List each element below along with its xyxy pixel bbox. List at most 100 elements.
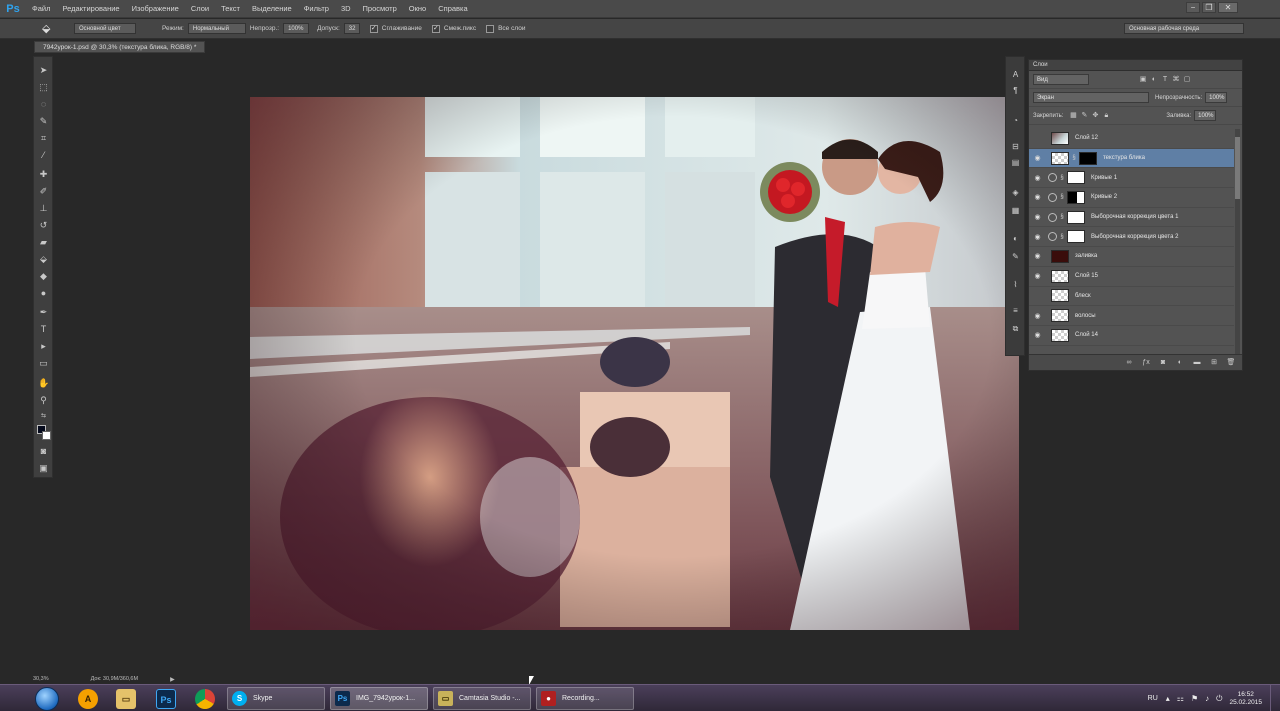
filter-adjustment-icon[interactable]: ◐: [1150, 76, 1158, 84]
background-color-swatch[interactable]: [42, 431, 51, 440]
visibility-eye-icon[interactable]: ●: [1032, 292, 1043, 299]
mask-link-icon[interactable]: §: [1059, 194, 1065, 200]
history-brush-icon[interactable]: ↺: [38, 220, 49, 231]
document-tab[interactable]: 7942урок-1.psd @ 30,3% (текстура блика, …: [34, 41, 206, 53]
tolerance-field[interactable]: 32: [343, 23, 360, 34]
taskbar-skype[interactable]: S Skype: [227, 687, 325, 710]
photoshop-taskbar-icon[interactable]: Ps: [156, 689, 176, 709]
healing-brush-icon[interactable]: ✚: [38, 169, 49, 180]
chrome-icon[interactable]: [195, 689, 215, 709]
menu-view[interactable]: Просмотр: [357, 4, 403, 13]
screen-mode-icon[interactable]: ▣: [38, 463, 49, 474]
visibility-eye-icon[interactable]: ◉: [1032, 154, 1043, 162]
character-panel-icon[interactable]: A: [1010, 69, 1021, 80]
layer-fill-field[interactable]: 100%: [1194, 110, 1217, 121]
scrollbar-thumb[interactable]: [1235, 137, 1240, 199]
layer-name[interactable]: Выборочная коррекция цвета 1: [1091, 214, 1178, 220]
visibility-eye-icon[interactable]: ◉: [1032, 252, 1043, 260]
navigator-panel-icon[interactable]: ◐: [1010, 233, 1021, 244]
minimize-button[interactable]: −: [1186, 2, 1200, 13]
lock-transparent-icon[interactable]: ▦: [1069, 112, 1077, 120]
opacity-field[interactable]: 100%: [283, 23, 310, 34]
all-layers-checkbox[interactable]: [486, 24, 495, 33]
visibility-eye-icon[interactable]: ◉: [1032, 193, 1043, 201]
eyedropper-tool-icon[interactable]: ⁄: [38, 150, 49, 161]
visibility-eye-icon[interactable]: ●: [1032, 135, 1043, 142]
swap-colors-icon[interactable]: ⇆: [38, 411, 49, 422]
zoom-tool-icon[interactable]: ⚲: [38, 395, 49, 406]
workspace-dropdown[interactable]: Основная рабочая среда: [1124, 23, 1244, 34]
status-arrow-icon[interactable]: ▶: [170, 676, 175, 683]
brush-panel-icon[interactable]: ✎: [1010, 251, 1021, 262]
blend-mode-dropdown[interactable]: Экран: [1033, 92, 1149, 103]
layer-name[interactable]: Слой 15: [1075, 273, 1098, 279]
mode-dropdown[interactable]: Нормальный: [187, 23, 246, 34]
link-layers-icon[interactable]: ∞: [1124, 358, 1134, 368]
layer-row[interactable]: ◉ § Выборочная коррекция цвета 1: [1029, 208, 1234, 228]
marquee-tool-icon[interactable]: ⬚: [38, 82, 49, 93]
delete-layer-icon[interactable]: 🗑︎: [1226, 358, 1236, 368]
taskbar-photoshop-doc[interactable]: Ps IMG_7942урок-1...: [330, 687, 428, 710]
visibility-eye-icon[interactable]: ◉: [1032, 174, 1043, 182]
layer-row[interactable]: ◉ волосы: [1029, 306, 1234, 326]
menu-3d[interactable]: 3D: [335, 4, 357, 13]
menu-image[interactable]: Изображение: [126, 4, 185, 13]
layer-row[interactable]: ◉ § Выборочная коррекция цвета 2: [1029, 227, 1234, 248]
dodge-tool-icon[interactable]: ●: [38, 288, 49, 299]
antialias-checkbox[interactable]: ✓: [369, 24, 378, 33]
mask-link-icon[interactable]: §: [1071, 155, 1077, 161]
network-icon[interactable]: ⚏: [1177, 694, 1184, 703]
layer-name[interactable]: волосы: [1075, 313, 1096, 319]
pen-tool-icon[interactable]: ✒: [38, 307, 49, 318]
layer-row[interactable]: ● блеск: [1029, 287, 1234, 307]
paint-bucket-tool-icon[interactable]: ⬙: [38, 254, 49, 265]
layer-row[interactable]: ◉ Слой 15: [1029, 267, 1234, 287]
history-panel-icon[interactable]: ◔: [1010, 115, 1021, 126]
action-center-icon[interactable]: ⚑: [1191, 694, 1198, 703]
mask-link-icon[interactable]: §: [1059, 234, 1065, 240]
swatches-panel-icon[interactable]: ▦: [1010, 205, 1021, 216]
layer-row[interactable]: ● Слой 12: [1029, 129, 1234, 149]
tray-expand-icon[interactable]: ▴: [1166, 694, 1170, 703]
menu-filter[interactable]: Фильтр: [298, 4, 335, 13]
layer-name[interactable]: Слой 12: [1075, 135, 1098, 141]
quick-mask-icon[interactable]: ◙: [38, 446, 49, 457]
visibility-eye-icon[interactable]: ◉: [1032, 233, 1043, 241]
show-desktop-button[interactable]: [1270, 685, 1280, 711]
lock-pixels-icon[interactable]: ✎: [1080, 112, 1088, 120]
menu-window[interactable]: Окно: [403, 4, 432, 13]
visibility-eye-icon[interactable]: ◉: [1032, 331, 1043, 339]
shape-tool-icon[interactable]: ▭: [38, 358, 49, 369]
properties-panel-icon[interactable]: ▤: [1010, 157, 1021, 168]
close-button[interactable]: ✕: [1218, 2, 1238, 13]
layer-row[interactable]: ◉ § Кривые 1: [1029, 168, 1234, 189]
lock-all-icon[interactable]: 🔒︎: [1102, 112, 1110, 120]
zoom-level[interactable]: 30,3%: [33, 676, 49, 682]
quick-select-tool-icon[interactable]: ✎: [38, 116, 49, 127]
menu-edit[interactable]: Редактирование: [56, 4, 125, 13]
layer-name[interactable]: заливка: [1075, 253, 1097, 259]
clone-stamp-icon[interactable]: ⊥: [38, 203, 49, 214]
language-indicator[interactable]: RU: [1148, 695, 1158, 702]
channels-panel-icon[interactable]: ≡: [1010, 305, 1021, 316]
layer-row[interactable]: ◉ Слой 14: [1029, 326, 1234, 346]
layer-name[interactable]: Слой 14: [1075, 332, 1098, 338]
path-select-icon[interactable]: ▸: [38, 341, 49, 352]
visibility-eye-icon[interactable]: ◉: [1032, 312, 1043, 320]
layer-name[interactable]: Кривые 2: [1091, 194, 1117, 200]
document-canvas[interactable]: [250, 97, 1019, 630]
power-icon[interactable]: ⏻: [1216, 694, 1222, 704]
hand-tool-icon[interactable]: ✋: [38, 378, 49, 389]
file-explorer-icon[interactable]: ▭: [116, 689, 136, 709]
layer-opacity-field[interactable]: 100%: [1205, 92, 1228, 103]
aimp-icon[interactable]: A: [78, 689, 98, 709]
layer-style-icon[interactable]: ƒx: [1141, 358, 1151, 368]
visibility-eye-icon[interactable]: ◉: [1032, 213, 1043, 221]
filter-type-icon[interactable]: T: [1161, 76, 1169, 84]
layer-name[interactable]: текстура блика: [1103, 155, 1145, 161]
layer-name[interactable]: Выборочная коррекция цвета 2: [1091, 234, 1178, 240]
type-tool-icon[interactable]: T: [38, 324, 49, 335]
taskbar-recording[interactable]: ● Recording...: [536, 687, 634, 710]
move-tool-icon[interactable]: ➤: [38, 65, 49, 76]
styles-panel-icon[interactable]: ◈: [1010, 187, 1021, 198]
